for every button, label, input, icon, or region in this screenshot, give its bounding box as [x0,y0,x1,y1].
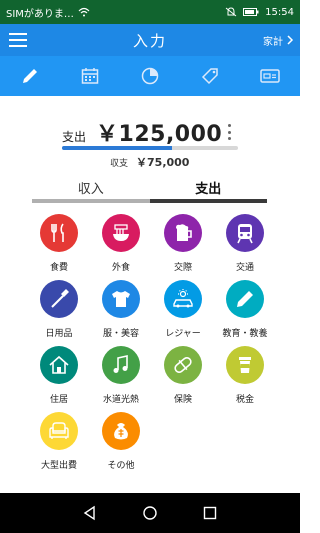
music-note-icon [113,355,128,373]
account-mode-button[interactable] [254,60,286,92]
category-insurance[interactable]: 保険 [152,346,214,412]
expense-label: 支出 [62,130,87,144]
capsule-icon [174,356,192,374]
calendar-mode-button[interactable] [74,60,106,92]
expense-amount: ￥125,000 [96,122,223,147]
category-education[interactable]: 教育・教養 [214,280,276,346]
back-icon [83,505,95,521]
household-label: 家計 [263,36,283,48]
system-nav-bar [0,493,300,533]
category-mode-button[interactable] [194,60,226,92]
pencil-icon [237,291,253,307]
category-label: その他 [107,461,135,471]
category-social[interactable]: 交際 [152,214,214,280]
category-utilities[interactable]: 水道光熱 [90,346,152,412]
pencil-icon [23,69,37,83]
battery-icon [243,8,259,16]
category-label: 交通 [235,263,254,273]
bag-icon [114,423,128,440]
chevron-right-icon [287,35,294,45]
car-sun-icon [173,289,193,308]
balance-label: 収支 [110,159,129,169]
category-other[interactable]: その他 [90,412,152,478]
beer-mug-icon [176,224,192,241]
expense-amount-row[interactable]: 支出 ￥125,000 [62,116,238,147]
report-mode-button[interactable] [134,60,166,92]
category-label: 服・美容 [102,329,139,339]
category-housing[interactable]: 住居 [28,346,90,412]
input-mode-button[interactable] [14,60,46,92]
page-title: 入力 [132,31,167,50]
clock: 15:54 [265,6,294,18]
category-label: 食費 [49,263,68,273]
card-icon [260,69,280,83]
category-large-expense[interactable]: 大型出費 [28,412,90,478]
status-bar: SIMがありま… 15:54 [0,0,300,24]
category-label: 教育・教養 [222,329,268,339]
category-label: 日用品 [45,329,73,339]
category-label: レジャー [165,329,201,339]
category-label: 大型出費 [40,461,77,471]
mute-icon [225,7,237,17]
house-icon [49,355,69,374]
balance-value: ￥75,000 [136,156,190,169]
back-button[interactable] [80,503,100,523]
balance-line: 収支 ￥75,000 [110,154,189,170]
category-clothing-beauty[interactable]: 服・美容 [90,280,152,346]
sofa-icon [49,422,69,439]
mode-toolbar [0,56,300,96]
budget-progress-fill [62,146,172,150]
fork-knife-icon [51,223,64,242]
category-transport[interactable]: 交通 [214,214,276,280]
recents-icon [203,506,217,520]
train-icon [237,224,253,244]
category-label: 交際 [173,263,192,273]
category-label: 税金 [235,395,254,405]
calendar-icon [81,68,99,84]
recents-button[interactable] [200,503,220,523]
category-grid: 食費 外食 交際 交通 日用品 服・美容 レジャー 教育・教養 住居 水道光熱 … [28,214,276,478]
carrier-text: SIMがありま… [6,8,74,20]
more-options-icon[interactable] [224,124,234,140]
tag-icon [201,68,218,85]
wifi-icon [78,7,90,17]
noodle-bowl-icon [113,224,129,241]
category-leisure[interactable]: レジャー [152,280,214,346]
home-button[interactable] [140,503,160,523]
tshirt-icon [112,291,130,307]
category-daily-goods[interactable]: 日用品 [28,280,90,346]
tab-indicator [32,199,267,203]
category-label: 保険 [173,395,192,405]
hamburger-menu-icon[interactable] [0,24,36,56]
app-bar: 入力 家計 [0,24,300,56]
household-switch-button[interactable]: 家計 [263,33,300,48]
category-label: 住居 [49,395,68,405]
category-eating-out[interactable]: 外食 [90,214,152,280]
category-label: 外食 [111,263,130,273]
cup-icon [239,357,251,373]
category-label: 水道光熱 [102,395,139,405]
category-food[interactable]: 食費 [28,214,90,280]
category-tax[interactable]: 税金 [214,346,276,412]
pie-chart-icon [141,67,159,85]
budget-progress-bar [62,146,238,150]
home-icon [143,506,157,520]
toothbrush-icon [51,289,69,308]
